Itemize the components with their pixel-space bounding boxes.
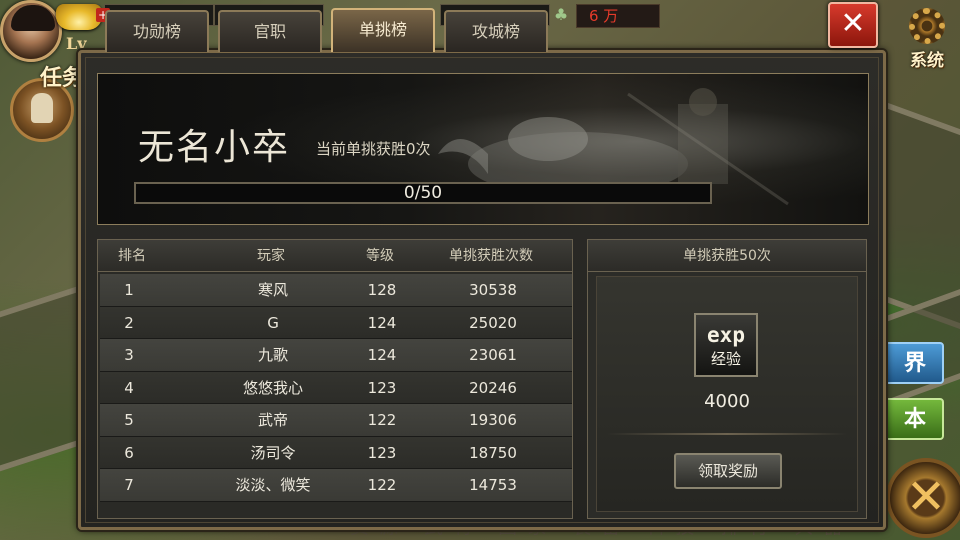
system-label: 系统: [910, 51, 944, 71]
ranking-table-header: 排名 玩家 等级 单挑获胜次数: [98, 240, 572, 272]
header-rank: 排名: [118, 248, 146, 264]
tab-duel-ranking[interactable]: 单挑榜: [331, 8, 435, 52]
claim-reward-button[interactable]: 领取奖励: [674, 453, 782, 489]
tab-official-rank[interactable]: 官职: [218, 10, 322, 52]
reward-body: exp 经验 4000 领取奖励: [596, 276, 858, 512]
row-wins: 25020: [469, 313, 517, 332]
system-button[interactable]: 系统: [895, 8, 959, 71]
tab-siege-ranking[interactable]: 攻城榜: [444, 10, 548, 52]
exp-icon-caption: 经验: [710, 350, 741, 368]
table-row[interactable]: 7 淡淡、微笑 122 14753: [100, 469, 572, 502]
table-row[interactable]: 3 九歌 124 23061: [100, 339, 572, 372]
troop-icon: ♣: [553, 5, 569, 24]
leaderboard-panel: 无名小卒 当前单挑获胜0次 0/50 排名 玩家 等级 单挑获胜次数 1 寒风 …: [78, 50, 886, 530]
exp-icon-label: exp: [707, 323, 745, 347]
table-row[interactable]: 6 汤司令 123 18750: [100, 436, 572, 469]
win-progress-text: 0/50: [403, 183, 443, 203]
win-progress-bar: 0/50: [134, 182, 712, 204]
row-rank: 3: [124, 346, 134, 364]
row-wins: 14753: [469, 476, 517, 494]
table-row[interactable]: 5 武帝 122 19306: [100, 404, 572, 437]
reward-box: 单挑获胜50次 exp 经验 4000 领取奖励: [587, 239, 867, 519]
troop-count: 6 万: [576, 4, 660, 28]
divider: [607, 433, 847, 435]
table-row[interactable]: 2 G 124 25020: [100, 306, 572, 339]
reward-title: 单挑获胜50次: [588, 240, 866, 272]
row-wins: 19306: [469, 411, 517, 429]
ranking-rows: 1 寒风 128 30538 2 G 124 25020 3 九歌 124 23…: [100, 274, 572, 502]
table-row[interactable]: 1 寒风 128 30538: [100, 274, 572, 307]
map-wall-left: [0, 282, 90, 478]
header-wins: 单挑获胜次数: [449, 248, 533, 264]
tab-merit-ranking[interactable]: 功勋榜: [105, 10, 209, 52]
player-avatar[interactable]: [0, 0, 62, 62]
current-win-count: 当前单挑获胜0次: [316, 140, 431, 158]
row-rank: 7: [124, 476, 134, 494]
row-wins: 30538: [469, 281, 517, 299]
row-rank: 1: [124, 281, 134, 299]
table-row[interactable]: 4 悠悠我心 123 20246: [100, 371, 572, 404]
close-icon: ✕: [840, 6, 866, 41]
exp-icon[interactable]: exp 经验: [694, 313, 758, 377]
row-wins: 18750: [469, 443, 517, 462]
row-rank: 2: [124, 313, 134, 332]
ranking-table: 排名 玩家 等级 单挑获胜次数 1 寒风 128 30538 2 G 124 2…: [97, 239, 573, 519]
row-rank: 6: [124, 443, 134, 462]
close-button[interactable]: ✕: [828, 2, 878, 48]
reward-amount: 4000: [704, 391, 750, 412]
gold-ingot-icon[interactable]: +: [56, 4, 110, 30]
row-wins: 23061: [469, 346, 517, 364]
row-rank: 5: [124, 411, 134, 429]
gear-icon: [909, 8, 945, 44]
row-rank: 4: [124, 378, 134, 397]
rank-banner: 无名小卒 当前单挑获胜0次 0/50: [97, 73, 869, 225]
rank-title: 无名小卒: [138, 127, 291, 168]
row-wins: 20246: [469, 378, 517, 397]
menu-toggle-close-icon[interactable]: ✕: [886, 458, 960, 538]
